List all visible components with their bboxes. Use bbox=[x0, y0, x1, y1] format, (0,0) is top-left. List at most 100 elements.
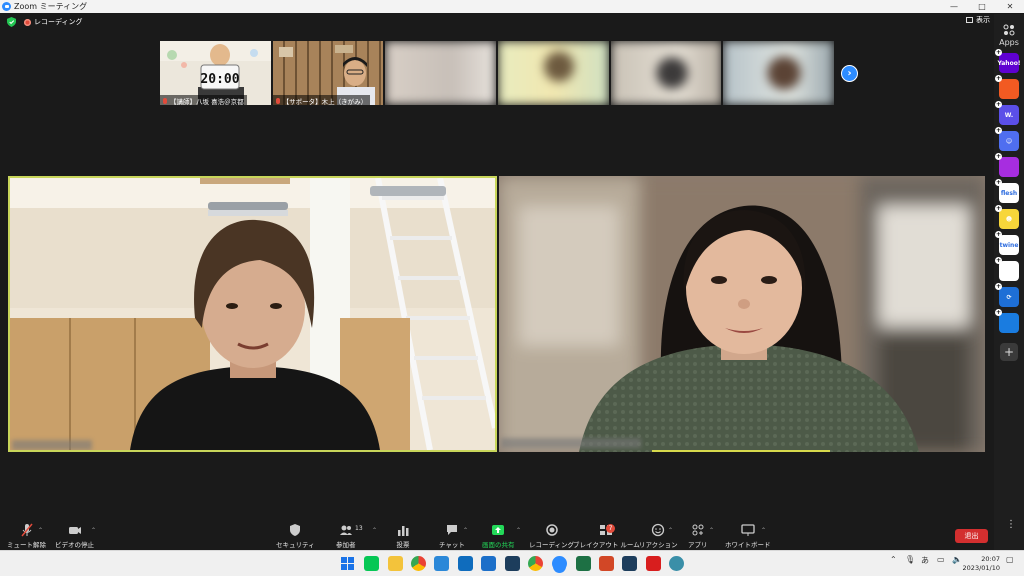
view-button[interactable]: 表示 bbox=[966, 15, 990, 25]
tray-speaker-icon[interactable]: 🔈 bbox=[952, 555, 962, 564]
view-label: 表示 bbox=[976, 16, 990, 24]
polls-button[interactable]: 投票 bbox=[396, 523, 410, 549]
chrome-profile-icon[interactable] bbox=[528, 556, 543, 571]
reactions-caret-icon[interactable]: ⌃ bbox=[668, 527, 673, 534]
window-title: Zoom ミーティング bbox=[14, 2, 88, 11]
participant-thumb-blurred[interactable] bbox=[385, 41, 497, 105]
add-app-plus-icon[interactable]: + bbox=[995, 75, 1002, 82]
encryption-shield-icon[interactable] bbox=[7, 17, 16, 27]
chat-caret-icon[interactable]: ⌃ bbox=[463, 527, 468, 534]
video-options-caret-icon[interactable]: ⌃ bbox=[91, 527, 96, 534]
muted-mic-icon bbox=[163, 97, 167, 104]
blurred-video bbox=[723, 41, 835, 105]
stop-video-button[interactable]: ビデオの停止 bbox=[55, 523, 94, 549]
yahoo-app-icon[interactable]: + Yahoo! bbox=[995, 49, 1021, 73]
apps-button[interactable]: アプリ bbox=[688, 523, 708, 549]
misc-app-icon[interactable] bbox=[669, 556, 684, 571]
tray-mic-icon[interactable]: 🎙 bbox=[905, 555, 915, 564]
participant-thumb-blurred[interactable] bbox=[498, 41, 609, 105]
security-button[interactable]: セキュリティ bbox=[276, 523, 315, 549]
minimize-button[interactable]: — bbox=[940, 0, 968, 13]
notepad-icon[interactable] bbox=[434, 556, 449, 571]
share-caret-icon[interactable]: ⌃ bbox=[516, 527, 521, 534]
add-app-plus-icon[interactable]: + bbox=[995, 49, 1002, 56]
outlook-icon[interactable] bbox=[458, 556, 473, 571]
blurred-video bbox=[610, 41, 722, 105]
add-app-plus-icon[interactable]: + bbox=[995, 179, 1002, 186]
add-app-plus-icon[interactable]: + bbox=[995, 257, 1002, 264]
monitor-app-icon[interactable] bbox=[481, 556, 496, 571]
acrobat-icon[interactable] bbox=[646, 556, 661, 571]
app-flesh-app-icon[interactable]: + flesh bbox=[995, 179, 1019, 203]
windows-start-icon[interactable] bbox=[340, 556, 355, 571]
next-page-button[interactable]: › bbox=[841, 65, 858, 82]
chat-label: チャット bbox=[439, 541, 465, 549]
ime-indicator[interactable]: あ bbox=[921, 555, 929, 566]
app-w-app-icon[interactable]: + W. bbox=[995, 101, 1019, 125]
notification-icon[interactable]: ▢ bbox=[1006, 555, 1014, 564]
add-app-plus-icon[interactable]: + bbox=[995, 153, 1002, 160]
app-list: + Yahoo! + + W. + ☺ + + flesh + ☻ + twine + + ⟳ + bbox=[995, 47, 1021, 333]
leave-button[interactable]: 退出 bbox=[955, 529, 988, 543]
breakout-rooms-label: ブレイクアウト ルーム bbox=[573, 541, 640, 549]
blurred-video bbox=[498, 41, 609, 105]
add-app-plus-icon[interactable]: + bbox=[995, 283, 1002, 290]
video-tile-participant[interactable] bbox=[499, 176, 985, 452]
recording-label[interactable]: レコーディング bbox=[34, 17, 83, 27]
app-blue-app-icon[interactable]: + bbox=[995, 309, 1019, 333]
more-options-icon[interactable]: ⋮ bbox=[1006, 519, 1016, 530]
window-controls: — □ ✕ bbox=[940, 0, 1024, 13]
app-orange-app-icon[interactable]: + bbox=[995, 75, 1019, 99]
add-app-button[interactable]: + bbox=[1000, 343, 1018, 361]
unmute-label: ミュート解除 bbox=[7, 541, 46, 549]
reactions-smiley-icon bbox=[652, 523, 665, 537]
add-app-plus-icon[interactable]: + bbox=[995, 101, 1002, 108]
share-screen-button[interactable]: 画面の共有 bbox=[482, 523, 515, 549]
participants-caret-icon[interactable]: ⌃ bbox=[372, 527, 377, 534]
chat-bubble-icon bbox=[446, 525, 457, 535]
participant-namebar: 【講師】八坂 喜浩＠京都 bbox=[160, 95, 247, 105]
video-tile-active-speaker[interactable] bbox=[8, 176, 497, 452]
apps-caret-icon[interactable]: ⌃ bbox=[709, 527, 714, 534]
remote-app-icon[interactable] bbox=[622, 556, 637, 571]
tray-display-icon[interactable]: ▭ bbox=[937, 555, 945, 564]
share-screen-icon bbox=[492, 525, 505, 535]
blurred-video bbox=[385, 41, 497, 105]
participant-thumb-blurred[interactable] bbox=[610, 41, 722, 105]
apps-icon[interactable] bbox=[1003, 24, 1015, 36]
add-app-plus-icon[interactable]: + bbox=[995, 231, 1002, 238]
excel-icon[interactable] bbox=[576, 556, 591, 571]
whiteboard-caret-icon[interactable]: ⌃ bbox=[761, 527, 766, 534]
add-app-plus-icon[interactable]: + bbox=[995, 127, 1002, 134]
participant-thumb-lecturer[interactable]: 20:00 【講師】八坂 喜浩＠京都 bbox=[160, 41, 271, 105]
powerpoint-icon[interactable] bbox=[599, 556, 614, 571]
tray-chevron-up-icon[interactable]: ⌃ bbox=[890, 555, 897, 564]
line-app-icon[interactable] bbox=[364, 556, 379, 571]
add-app-plus-icon[interactable]: + bbox=[995, 309, 1002, 316]
zoom-window: Zoom ミーティング — □ ✕ レコーディング 表示 20:00 【講師】八… bbox=[0, 0, 1024, 550]
app-twine-app-icon[interactable]: + twine bbox=[995, 231, 1019, 255]
app-signal-app-icon[interactable]: + bbox=[995, 153, 1019, 177]
app-emoji-app-icon[interactable]: + ☻ bbox=[995, 205, 1019, 229]
participant-thumb-supporter[interactable]: 【サポータ】木上（きがみ） bbox=[272, 41, 384, 105]
record-button[interactable]: レコーディング bbox=[529, 523, 574, 549]
app-icon-text: twine bbox=[999, 241, 1019, 249]
zoom-taskbar-icon[interactable] bbox=[552, 556, 567, 571]
maximize-button[interactable]: □ bbox=[968, 0, 996, 13]
taskbar-clock[interactable]: 20:07 2023/01/10 bbox=[963, 555, 1000, 573]
polls-chart-icon bbox=[398, 526, 409, 536]
app-icon-text: ☻ bbox=[1005, 215, 1013, 223]
add-app-plus-icon[interactable]: + bbox=[995, 205, 1002, 212]
app-smile-app-icon[interactable]: + ☺ bbox=[995, 127, 1019, 151]
chat-button[interactable]: チャット bbox=[439, 523, 465, 549]
audio-options-caret-icon[interactable]: ⌃ bbox=[38, 527, 43, 534]
close-button[interactable]: ✕ bbox=[996, 0, 1024, 13]
app-sync-app-icon[interactable]: + ⟳ bbox=[995, 283, 1019, 307]
terminal-app-icon[interactable] bbox=[505, 556, 520, 571]
chrome-icon[interactable] bbox=[411, 556, 426, 571]
participants-button[interactable]: 参加者 bbox=[336, 523, 356, 549]
participant-thumb-blurred[interactable] bbox=[723, 41, 835, 105]
whiteboard-icon bbox=[741, 524, 755, 536]
file-explorer-icon[interactable] bbox=[388, 556, 403, 571]
app-grid-app-icon[interactable]: + bbox=[995, 257, 1019, 281]
